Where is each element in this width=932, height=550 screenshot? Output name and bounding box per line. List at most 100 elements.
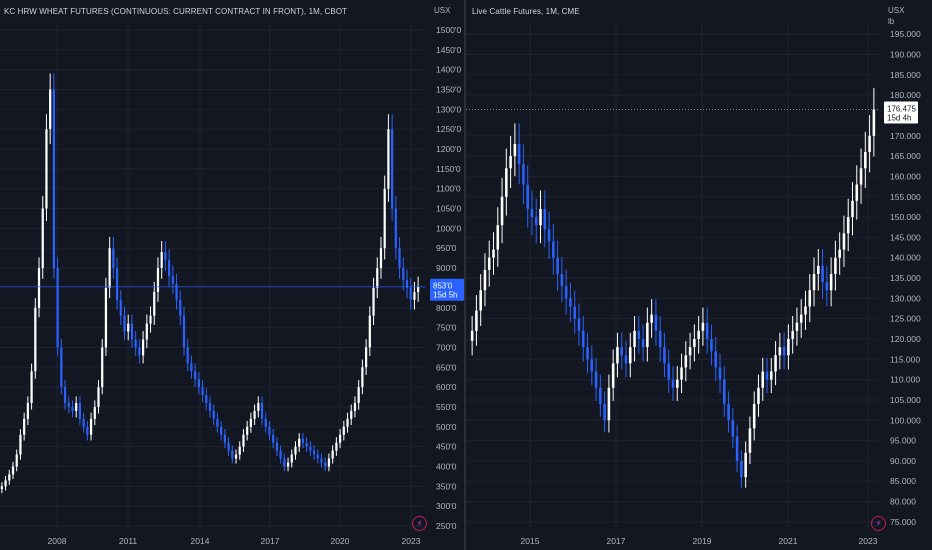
candle-body [186, 347, 189, 364]
candle-body [398, 248, 401, 269]
y-tick-label: 350'0 [436, 481, 457, 491]
candle-body [387, 129, 390, 189]
candle-body [49, 89, 52, 130]
candle-body [119, 299, 122, 316]
candle-body [650, 314, 653, 323]
candle-body [509, 156, 512, 169]
countdown-label: 15d 4h [887, 113, 911, 122]
candle-body [556, 257, 559, 274]
candle-body [633, 330, 636, 348]
y-tick-label: 1400'0 [436, 65, 462, 75]
candle-body [641, 338, 645, 348]
wheat-chart-pane[interactable]: KC HRW WHEAT FUTURES (CONTINUOUS: CURREN… [0, 0, 464, 550]
candle-body [663, 347, 666, 364]
candle-body [197, 379, 200, 388]
candle-body [782, 347, 786, 356]
candle-body [714, 351, 718, 368]
candle-body [552, 241, 555, 258]
y-tick-label: 115.000 [890, 354, 920, 364]
candle-body [573, 306, 576, 319]
candle-body [616, 347, 619, 364]
candle-body [60, 347, 63, 388]
candle-body [179, 299, 182, 316]
candle-body [825, 282, 829, 291]
y-tick-label: 600'0 [436, 382, 457, 392]
candle-body [718, 367, 722, 380]
lightning-icon[interactable]: ⚡ [871, 516, 886, 531]
candle-body [586, 347, 589, 360]
candle-body [279, 450, 282, 459]
cattle-chart-pane[interactable]: Live Cattle Futures, 1M, CME 75.000 80.00… [466, 0, 932, 550]
y-tick-label: 190.000 [890, 50, 921, 60]
y-tick-label: 750'0 [436, 323, 457, 333]
candle-body [842, 233, 846, 250]
candle-body [821, 265, 824, 283]
y-tick-label: 130.000 [890, 293, 921, 303]
candle-body [82, 418, 85, 427]
lightning-icon[interactable]: ⚡ [412, 516, 427, 531]
unit-label: USX [434, 6, 451, 15]
candle-body [305, 442, 308, 447]
cattle-chart-canvas[interactable]: 75.000 80.000 85.000 90.000 95.000 100.000 105… [466, 0, 932, 550]
candle-body [301, 438, 305, 443]
candle-body [37, 268, 41, 308]
candle-body [487, 257, 491, 270]
candle-body [787, 338, 790, 356]
candle-body [112, 248, 115, 269]
y-tick-label: 140.000 [890, 253, 921, 263]
candle-body [275, 442, 279, 451]
candle-body [376, 268, 379, 288]
candle-body [872, 109, 876, 136]
candle-body [829, 273, 833, 291]
y-tick-label: 145.000 [890, 232, 921, 242]
candle-body [194, 371, 197, 380]
candle-body [171, 276, 174, 284]
candle-body [513, 143, 517, 157]
candle-body [740, 460, 743, 478]
candle-body [543, 208, 547, 230]
candle-body [744, 452, 747, 478]
candle-body [357, 387, 360, 403]
candle-body [312, 450, 316, 455]
y-tick-label: 105.000 [890, 395, 921, 405]
candle-body [505, 168, 508, 197]
candle-body [205, 395, 208, 403]
candle-body [101, 347, 104, 388]
candle-body [530, 208, 534, 218]
candle-body [320, 458, 323, 463]
wheat-chart-canvas[interactable]: 250'0 300'0 350'0 400'0 450'0 500'0 550'0 600'0… [0, 0, 464, 550]
candle-body [0, 486, 3, 490]
candle-body [391, 129, 394, 209]
candle-body [238, 446, 241, 455]
candle-body [394, 208, 397, 249]
candle-body [268, 426, 271, 435]
candle-body [182, 315, 186, 348]
candle-body [242, 434, 245, 447]
candle-body [577, 318, 581, 331]
candle-body [817, 265, 820, 274]
candle-body [316, 454, 319, 459]
candle-body [667, 363, 671, 380]
candle-body [855, 184, 859, 201]
candle-body [654, 314, 658, 331]
candle-body [808, 290, 812, 307]
candle-body [834, 257, 837, 274]
candle-body [63, 387, 67, 403]
candle-body [603, 404, 606, 421]
candle-body [78, 403, 82, 419]
candle-body [331, 450, 334, 459]
candle-body [607, 387, 611, 421]
candle-body [791, 330, 794, 339]
candle-body [475, 310, 478, 331]
candle-body [56, 268, 59, 348]
candle-body [701, 322, 705, 331]
candle-body [684, 355, 688, 368]
y-tick-label: 1250'0 [436, 124, 462, 134]
candle-body [201, 387, 204, 396]
candle-body [23, 418, 26, 435]
y-tick-label: 300'0 [436, 501, 457, 511]
y-tick-label: 125.000 [890, 314, 921, 324]
y-tick-label: 90.000 [890, 456, 916, 466]
candle-body [160, 252, 163, 269]
y-tick-label: 135.000 [890, 273, 921, 283]
